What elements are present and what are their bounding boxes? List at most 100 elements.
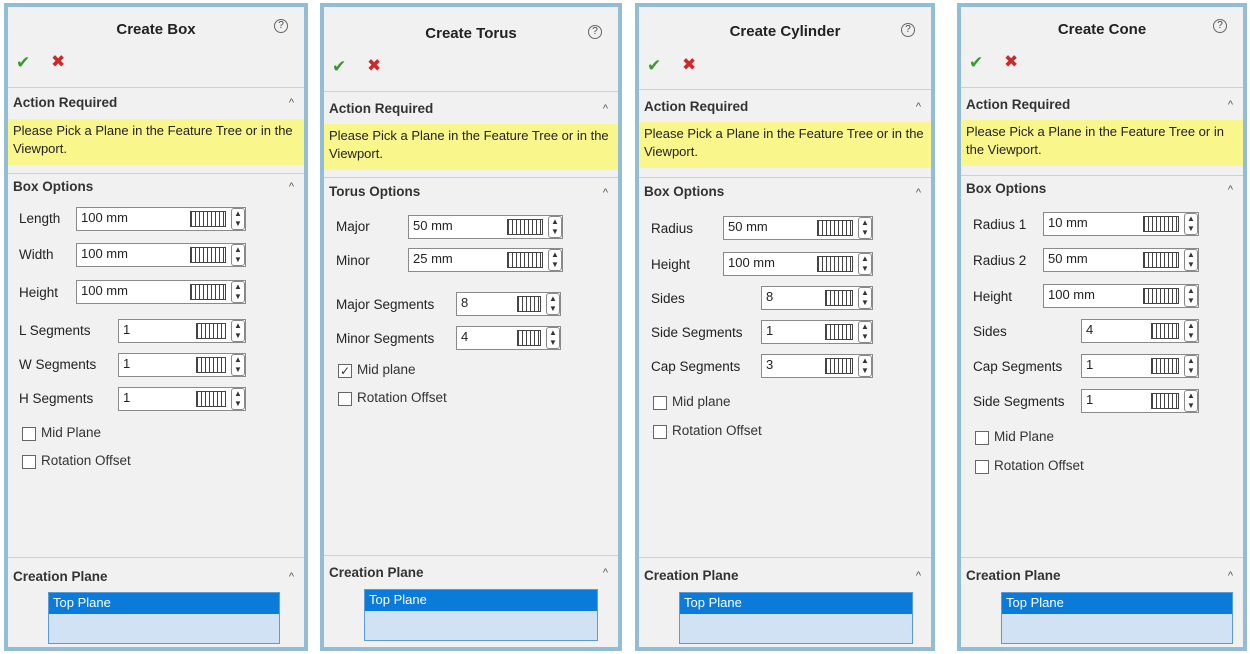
ruler-icon[interactable] <box>825 324 853 340</box>
help-icon[interactable]: ? <box>588 25 602 39</box>
spinner-icon[interactable]: ▲ ▼ <box>1184 355 1198 377</box>
ruler-icon[interactable] <box>196 391 226 407</box>
radius-2-field[interactable]: 50 mm ▲ ▼ <box>1043 248 1199 272</box>
ok-checkmark-icon[interactable]: ✔ <box>332 57 346 77</box>
ruler-icon[interactable] <box>196 323 226 339</box>
creation-plane-header[interactable]: Creation Plane <box>966 568 1061 583</box>
w-segments-field[interactable]: 1 ▲ ▼ <box>118 353 246 377</box>
sides-slider-control[interactable]: ▲ ▼ <box>1146 320 1198 342</box>
action-required-header[interactable]: Action Required <box>13 95 117 110</box>
spinner-icon[interactable]: ▲ ▼ <box>1184 249 1198 271</box>
radius-2-slider-control[interactable]: ▲ ▼ <box>1134 249 1198 271</box>
ruler-icon[interactable] <box>196 357 226 373</box>
help-icon[interactable]: ? <box>1213 19 1227 33</box>
creation-plane-list[interactable]: Top Plane <box>48 592 280 644</box>
minor-segments-field[interactable]: 4 ▲ ▼ <box>456 326 561 350</box>
height-slider-control[interactable]: ▲ ▼ <box>181 281 245 303</box>
height-field[interactable]: 100 mm ▲ ▼ <box>1043 284 1199 308</box>
rotation-offset-checkbox[interactable] <box>653 425 667 439</box>
ruler-icon[interactable] <box>190 211 226 227</box>
l-segments-slider-control[interactable]: ▲ ▼ <box>181 320 245 342</box>
height-field[interactable]: 100 mm ▲ ▼ <box>723 252 873 276</box>
chevron-up-icon[interactable]: ^ <box>289 97 294 109</box>
height-field[interactable]: 100 mm ▲ ▼ <box>76 280 246 304</box>
major-slider-control[interactable]: ▲ ▼ <box>498 216 562 238</box>
ruler-icon[interactable] <box>1151 393 1179 409</box>
spinner-icon[interactable]: ▲ ▼ <box>858 217 872 239</box>
sides-slider-control[interactable]: ▲ ▼ <box>820 287 872 309</box>
top-plane-item[interactable]: Top Plane <box>365 590 597 611</box>
ruler-icon[interactable] <box>190 247 226 263</box>
spinner-icon[interactable]: ▲ ▼ <box>1184 213 1198 235</box>
ruler-icon[interactable] <box>1143 288 1179 304</box>
mid-plane-checkbox[interactable] <box>22 427 36 441</box>
action-required-header[interactable]: Action Required <box>329 101 433 116</box>
creation-plane-list[interactable]: Top Plane <box>1001 592 1233 644</box>
height-slider-control[interactable]: ▲ ▼ <box>1134 285 1198 307</box>
creation-plane-list[interactable]: Top Plane <box>679 592 913 644</box>
side-segments-field[interactable]: 1 ▲ ▼ <box>1081 389 1199 413</box>
cap-segments-field[interactable]: 1 ▲ ▼ <box>1081 354 1199 378</box>
major-segments-field[interactable]: 8 ▲ ▼ <box>456 292 561 316</box>
rotation-offset-checkbox[interactable] <box>22 455 36 469</box>
help-icon[interactable]: ? <box>274 19 288 33</box>
spinner-icon[interactable]: ▲ ▼ <box>546 327 560 349</box>
ruler-icon[interactable] <box>1143 252 1179 268</box>
chevron-up-icon[interactable]: ^ <box>289 571 294 583</box>
ruler-icon[interactable] <box>517 330 541 346</box>
side-segments-slider-control[interactable]: ▲ ▼ <box>1146 390 1198 412</box>
spinner-icon[interactable]: ▲ ▼ <box>548 216 562 238</box>
cancel-x-icon[interactable]: ✖ <box>367 56 381 76</box>
height-slider-control[interactable]: ▲ ▼ <box>808 253 872 275</box>
mid-plane-label[interactable]: Mid Plane <box>41 425 101 440</box>
torus-options-header[interactable]: Torus Options <box>329 184 420 199</box>
cap-segments-slider-control[interactable]: ▲ ▼ <box>1146 355 1198 377</box>
box-options-header[interactable]: Box Options <box>644 184 724 199</box>
chevron-up-icon[interactable]: ^ <box>603 567 608 579</box>
length-field[interactable]: 100 mm ▲ ▼ <box>76 207 246 231</box>
ruler-icon[interactable] <box>507 252 543 268</box>
mid-plane-label[interactable]: Mid plane <box>672 394 731 409</box>
ruler-icon[interactable] <box>817 256 853 272</box>
ruler-icon[interactable] <box>825 290 853 306</box>
cap-segments-field[interactable]: 3 ▲ ▼ <box>761 354 873 378</box>
ruler-icon[interactable] <box>817 220 853 236</box>
cap-segments-slider-control[interactable]: ▲ ▼ <box>820 355 872 377</box>
rotation-offset-label[interactable]: Rotation Offset <box>41 453 131 468</box>
ok-checkmark-icon[interactable]: ✔ <box>969 53 983 73</box>
ruler-icon[interactable] <box>507 219 543 235</box>
rotation-offset-label[interactable]: Rotation Offset <box>357 390 447 405</box>
spinner-icon[interactable]: ▲ ▼ <box>858 253 872 275</box>
rotation-offset-checkbox[interactable] <box>975 460 989 474</box>
major-field[interactable]: 50 mm ▲ ▼ <box>408 215 563 239</box>
major-segments-slider-control[interactable]: ▲ ▼ <box>514 293 560 315</box>
cancel-x-icon[interactable]: ✖ <box>682 55 696 75</box>
ruler-icon[interactable] <box>190 284 226 300</box>
ruler-icon[interactable] <box>825 358 853 374</box>
spinner-icon[interactable]: ▲ ▼ <box>231 320 245 342</box>
cancel-x-icon[interactable]: ✖ <box>1004 52 1018 72</box>
side-segments-slider-control[interactable]: ▲ ▼ <box>820 321 872 343</box>
mid-plane-label[interactable]: Mid Plane <box>994 429 1054 444</box>
spinner-icon[interactable]: ▲ ▼ <box>1184 285 1198 307</box>
h-segments-field[interactable]: 1 ▲ ▼ <box>118 387 246 411</box>
top-plane-item[interactable]: Top Plane <box>49 593 279 614</box>
sides-field[interactable]: 8 ▲ ▼ <box>761 286 873 310</box>
mid-plane-checkbox[interactable]: ✓ <box>338 364 352 378</box>
chevron-up-icon[interactable]: ^ <box>1228 99 1233 111</box>
ruler-icon[interactable] <box>1151 358 1179 374</box>
ruler-icon[interactable] <box>517 296 541 312</box>
top-plane-item[interactable]: Top Plane <box>680 593 912 614</box>
spinner-icon[interactable]: ▲ ▼ <box>546 293 560 315</box>
length-slider-control[interactable]: ▲ ▼ <box>181 208 245 230</box>
l-segments-field[interactable]: 1 ▲ ▼ <box>118 319 246 343</box>
action-required-header[interactable]: Action Required <box>966 97 1070 112</box>
top-plane-item[interactable]: Top Plane <box>1002 593 1232 614</box>
cancel-x-icon[interactable]: ✖ <box>51 52 65 72</box>
radius-slider-control[interactable]: ▲ ▼ <box>808 217 872 239</box>
chevron-up-icon[interactable]: ^ <box>289 181 294 193</box>
rotation-offset-checkbox[interactable] <box>338 392 352 406</box>
creation-plane-list[interactable]: Top Plane <box>364 589 598 641</box>
creation-plane-header[interactable]: Creation Plane <box>13 569 108 584</box>
mid-plane-label[interactable]: Mid plane <box>357 362 416 377</box>
